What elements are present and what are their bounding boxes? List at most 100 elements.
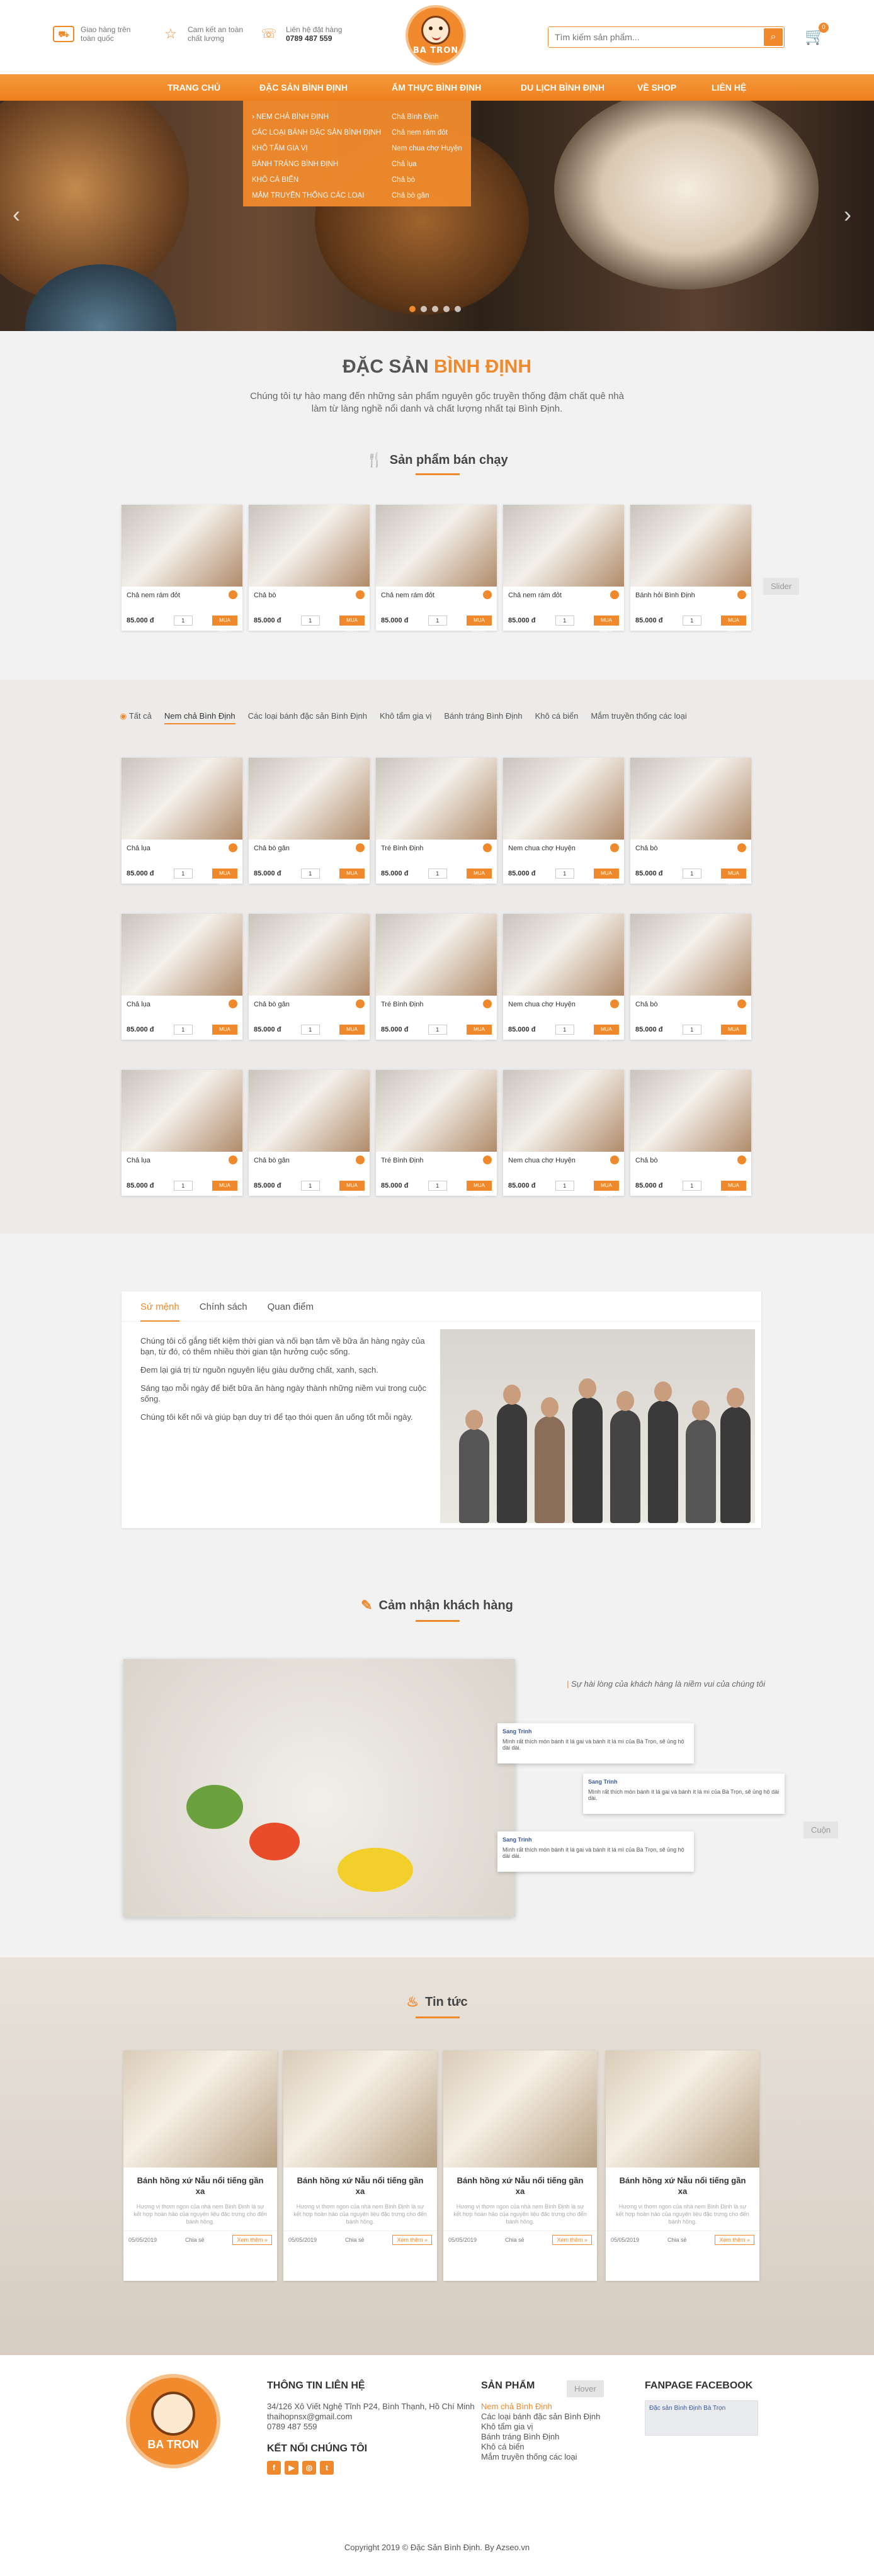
product-card[interactable]: Chả bò 85.000 đ 1 MUA NGAY xyxy=(630,914,751,1042)
quantity-stepper[interactable]: 1 xyxy=(173,1181,193,1191)
product-card[interactable]: Chả nem rám đỏt 85.000 đ 1 MUA NGAY xyxy=(376,505,497,633)
product-name[interactable]: Chả lụa xyxy=(122,1152,242,1166)
quantity-stepper[interactable]: 1 xyxy=(300,869,320,879)
buy-now-button[interactable]: MUA NGAY xyxy=(466,1181,492,1198)
favorite-icon[interactable] xyxy=(483,1156,492,1164)
product-card[interactable]: Nem chua chợ Huyện 85.000 đ 1 MUA NGAY xyxy=(503,758,624,886)
product-name[interactable]: Chả bò xyxy=(630,1152,751,1166)
tab-kho-tam[interactable]: Khô tẩm gia vị xyxy=(380,711,431,724)
buy-now-button[interactable]: MUA NGAY xyxy=(339,1181,365,1198)
favorite-icon[interactable] xyxy=(737,590,746,599)
read-more-button[interactable]: Xem thêm » xyxy=(232,2235,272,2245)
product-card[interactable]: Chả bò 85.000 đ 1 MUA NGAY xyxy=(630,1070,751,1198)
product-name[interactable]: Chả bò xyxy=(630,996,751,1010)
tab-all[interactable]: ◉ Tất cả xyxy=(120,711,152,724)
buy-now-button[interactable]: MUA NGAY xyxy=(720,1181,746,1198)
product-name[interactable]: Tré Bình Định xyxy=(376,840,497,853)
favorite-icon[interactable] xyxy=(229,1156,237,1164)
news-title[interactable]: Bánh hồng xứ Nẫu nổi tiếng gần xa xyxy=(283,2168,437,2196)
cart-button[interactable]: 🛒 0 xyxy=(805,23,829,48)
product-image[interactable] xyxy=(376,758,497,840)
buy-now-button[interactable]: MUA NGAY xyxy=(720,869,746,886)
quantity-stepper[interactable]: 1 xyxy=(555,1025,574,1035)
product-name[interactable]: Chả bò gân xyxy=(249,1152,370,1166)
favorite-icon[interactable] xyxy=(610,843,619,852)
share-button[interactable]: Chia sẻ xyxy=(667,2237,687,2243)
product-name[interactable]: Chả bò gân xyxy=(249,996,370,1010)
product-image[interactable] xyxy=(249,1070,370,1152)
tab-banh-trang[interactable]: Bánh tráng Bình Định xyxy=(444,711,522,724)
favorite-icon[interactable] xyxy=(229,590,237,599)
product-image[interactable] xyxy=(376,914,497,996)
buy-now-button[interactable]: MUA NGAY xyxy=(339,616,365,633)
favorite-icon[interactable] xyxy=(610,590,619,599)
buy-now-button[interactable]: MUA NGAY xyxy=(212,869,237,886)
nav-travel[interactable]: DU LỊCH BÌNH ĐỊNH xyxy=(521,74,604,101)
news-card[interactable]: Bánh hồng xứ Nẫu nổi tiếng gần xa Hương v… xyxy=(283,2050,437,2281)
tab-viewpoint[interactable]: Quan điểm xyxy=(268,1302,314,1321)
slider-prev-icon[interactable]: ‹ xyxy=(13,201,20,228)
buy-now-button[interactable]: MUA NGAY xyxy=(212,616,237,633)
nav-cuisine[interactable]: ẨM THỰC BÌNH ĐỊNH xyxy=(392,74,481,101)
news-image[interactable] xyxy=(283,2050,437,2168)
product-card[interactable]: Nem chua chợ Huyện 85.000 đ 1 MUA NGAY xyxy=(503,1070,624,1198)
quantity-stepper[interactable]: 1 xyxy=(555,616,574,626)
product-image[interactable] xyxy=(630,914,751,996)
product-image[interactable] xyxy=(249,758,370,840)
slider-next-icon[interactable]: › xyxy=(844,201,851,228)
facebook-widget[interactable]: Đặc sản Bình Định Bà Trọn xyxy=(645,2400,758,2436)
instagram-icon[interactable]: ◎ xyxy=(302,2461,316,2475)
favorite-icon[interactable] xyxy=(356,999,365,1008)
read-more-button[interactable]: Xem thêm » xyxy=(552,2235,592,2245)
product-card[interactable]: Tré Bình Định 85.000 đ 1 MUA NGAY xyxy=(376,914,497,1042)
quantity-stepper[interactable]: 1 xyxy=(428,616,447,626)
buy-now-button[interactable]: MUA NGAY xyxy=(339,1025,365,1042)
tab-kho-ca[interactable]: Khô cá biển xyxy=(535,711,579,724)
nav-home[interactable]: TRANG CHỦ xyxy=(167,74,220,101)
dropdown-item[interactable]: Chả Bình Định xyxy=(392,110,462,125)
news-card[interactable]: Bánh hồng xứ Nẫu nổi tiếng gần xa Hương v… xyxy=(123,2050,277,2281)
favorite-icon[interactable] xyxy=(737,1156,746,1164)
twitter-icon[interactable]: t xyxy=(320,2461,334,2475)
quantity-stepper[interactable]: 1 xyxy=(682,869,701,879)
dropdown-item[interactable]: BÁNH TRÁNG BÌNH ĐỊNH xyxy=(252,157,381,172)
product-name[interactable]: Tré Bình Định xyxy=(376,1152,497,1166)
product-name[interactable]: Nem chua chợ Huyện xyxy=(503,996,624,1010)
product-name[interactable]: Chả nem rám đỏt xyxy=(122,587,242,600)
quantity-stepper[interactable]: 1 xyxy=(682,1025,701,1035)
product-name[interactable]: Tré Bình Định xyxy=(376,996,497,1010)
quantity-stepper[interactable]: 1 xyxy=(428,1025,447,1035)
product-image[interactable] xyxy=(503,758,624,840)
read-more-button[interactable]: Xem thêm » xyxy=(715,2235,754,2245)
product-name[interactable]: Nem chua chợ Huyện xyxy=(503,840,624,853)
product-image[interactable] xyxy=(122,758,242,840)
product-card[interactable]: Tré Bình Định 85.000 đ 1 MUA NGAY xyxy=(376,1070,497,1198)
slider-dot[interactable] xyxy=(432,306,438,312)
favorite-icon[interactable] xyxy=(356,590,365,599)
quantity-stepper[interactable]: 1 xyxy=(300,1025,320,1035)
slider-dot[interactable] xyxy=(443,306,450,312)
share-button[interactable]: Chia sẻ xyxy=(345,2237,365,2243)
buy-now-button[interactable]: MUA NGAY xyxy=(720,1025,746,1042)
tab-nem-cha[interactable]: Nem chả Bình Định xyxy=(164,711,236,724)
quantity-stepper[interactable]: 1 xyxy=(300,616,320,626)
dropdown-item[interactable]: MẮM TRUYỀN THỐNG CÁC LOẠI xyxy=(252,188,381,204)
product-card[interactable]: Chả nem rám đỏt 85.000 đ 1 MUA NGAY xyxy=(503,505,624,633)
nav-contact[interactable]: LIÊN HỆ xyxy=(712,74,746,101)
product-name[interactable]: Chả bò xyxy=(249,587,370,600)
share-button[interactable]: Chia sẻ xyxy=(185,2237,205,2243)
buy-now-button[interactable]: MUA NGAY xyxy=(466,869,492,886)
quantity-stepper[interactable]: 1 xyxy=(555,1181,574,1191)
product-image[interactable] xyxy=(122,505,242,587)
dropdown-item[interactable]: › NEM CHẢ BÌNH ĐỊNH xyxy=(252,110,381,125)
product-card[interactable]: Chả lụa 85.000 đ 1 MUA NGAY xyxy=(122,1070,242,1198)
dropdown-item[interactable]: Chả lụa xyxy=(392,157,462,172)
slider-dot[interactable] xyxy=(409,306,416,312)
quantity-stepper[interactable]: 1 xyxy=(173,616,193,626)
dropdown-item[interactable]: Chả bò xyxy=(392,172,462,188)
product-card[interactable]: Chả nem rám đỏt 85.000 đ 1 MUA NGAY xyxy=(122,505,242,633)
favorite-icon[interactable] xyxy=(610,999,619,1008)
tab-mam[interactable]: Mắm truyền thống các loại xyxy=(591,711,686,724)
buy-now-button[interactable]: MUA NGAY xyxy=(212,1181,237,1198)
product-name[interactable]: Chả lụa xyxy=(122,996,242,1010)
